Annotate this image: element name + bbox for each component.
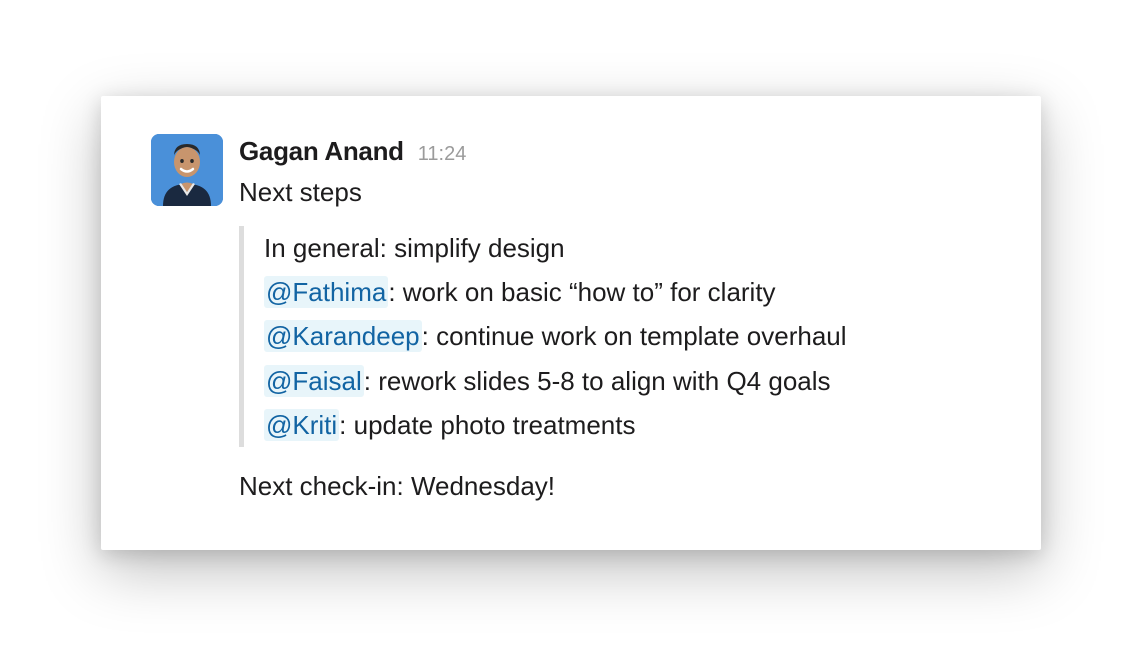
mention-faisal[interactable]: @Faisal xyxy=(264,365,364,397)
intro-text: Next steps xyxy=(239,173,991,212)
quote-task-line: @Fathima: work on basic “how to” for cla… xyxy=(264,270,991,314)
message-body: Next steps In general: simplify design @… xyxy=(239,173,991,506)
avatar-image xyxy=(151,134,223,206)
task-text: : rework slides 5-8 to align with Q4 goa… xyxy=(364,366,831,396)
quote-block: In general: simplify design @Fathima: wo… xyxy=(239,226,991,447)
task-text: : update photo treatments xyxy=(339,410,635,440)
quote-task-line: @Faisal: rework slides 5-8 to align with… xyxy=(264,359,991,403)
mention-karandeep[interactable]: @Karandeep xyxy=(264,320,422,352)
timestamp[interactable]: 11:24 xyxy=(418,143,467,166)
message-content: Gagan Anand 11:24 Next steps In general:… xyxy=(239,134,991,506)
mention-fathima[interactable]: @Fathima xyxy=(264,276,388,308)
task-text: : work on basic “how to” for clarity xyxy=(388,277,775,307)
task-text: : continue work on template overhaul xyxy=(422,321,847,351)
message-container: Gagan Anand 11:24 Next steps In general:… xyxy=(151,134,991,506)
author-name[interactable]: Gagan Anand xyxy=(239,136,404,167)
quote-task-line: @Karandeep: continue work on template ov… xyxy=(264,314,991,358)
message-header: Gagan Anand 11:24 xyxy=(239,136,991,167)
message-card: Gagan Anand 11:24 Next steps In general:… xyxy=(101,96,1041,550)
quote-task-line: @Kriti: update photo treatments xyxy=(264,403,991,447)
avatar[interactable] xyxy=(151,134,223,206)
quote-general-line: In general: simplify design xyxy=(264,226,991,270)
footer-text: Next check-in: Wednesday! xyxy=(239,467,991,506)
mention-kriti[interactable]: @Kriti xyxy=(264,409,339,441)
